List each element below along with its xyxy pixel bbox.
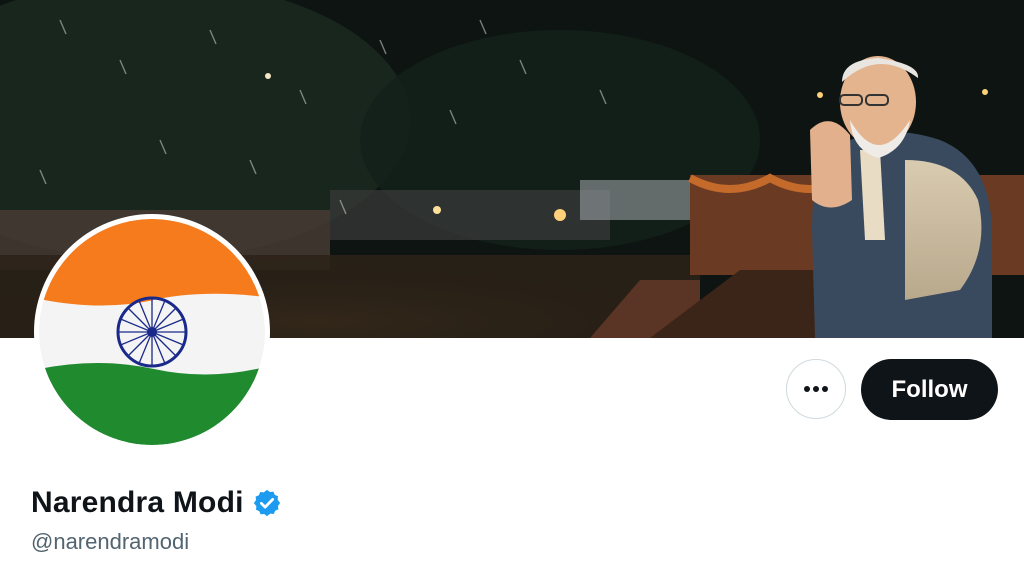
- display-name: Narendra Modi: [31, 486, 244, 519]
- profile-avatar[interactable]: [34, 214, 270, 450]
- more-horizontal-icon: [804, 386, 828, 392]
- follow-button[interactable]: Follow: [861, 359, 998, 420]
- profile-handle: @narendramodi: [31, 529, 190, 554]
- profile-name-row: Narendra Modi: [31, 486, 282, 520]
- verified-badge-icon[interactable]: [252, 488, 282, 518]
- more-options-button[interactable]: [786, 359, 846, 419]
- india-flag-image: [39, 219, 265, 445]
